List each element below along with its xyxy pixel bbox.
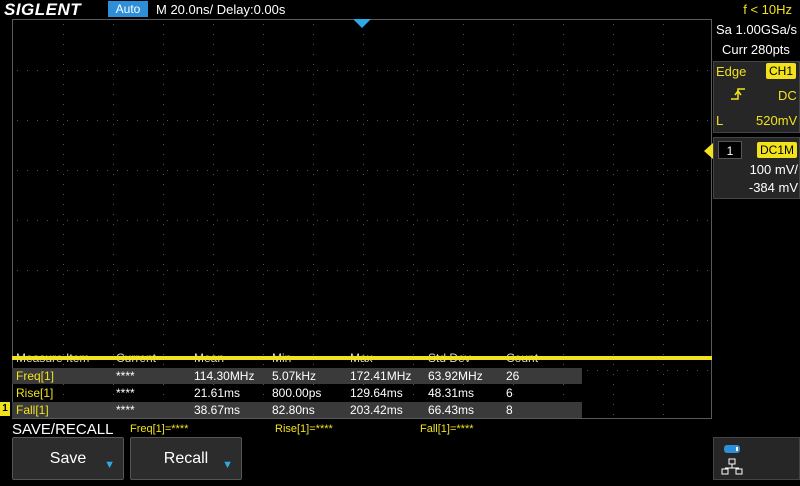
sample-rate: Sa 1.00GSa/s bbox=[716, 22, 797, 37]
usb-network-icon bbox=[721, 445, 743, 475]
brand-logo: SIGLENT bbox=[4, 0, 82, 19]
channel1-trace bbox=[12, 356, 712, 360]
measure-count: 6 bbox=[506, 386, 513, 400]
trigger-level: 520mV bbox=[756, 113, 798, 128]
chevron-down-icon: ▼ bbox=[222, 459, 233, 471]
channel-coupling-badge: DC1M bbox=[757, 142, 797, 158]
measure-current: **** bbox=[116, 403, 135, 417]
measure-count: 26 bbox=[506, 369, 520, 383]
measure-mean: 38.67ms bbox=[194, 403, 241, 417]
save-button[interactable]: Save ▼ bbox=[12, 437, 124, 480]
bottom-measurement: Rise[1]=**** bbox=[275, 423, 333, 435]
measure-max: 203.42ms bbox=[350, 403, 403, 417]
measure-count: 8 bbox=[506, 403, 513, 417]
bottom-measurement: Fall[1]=**** bbox=[420, 423, 474, 435]
menu-title: SAVE/RECALL bbox=[12, 421, 114, 438]
measure-row[interactable]: Freq[1] **** 114.30MHz 5.07kHz 172.41MHz… bbox=[12, 368, 582, 384]
measure-min: 800.00ps bbox=[272, 386, 322, 400]
vertical-offset: -384 mV bbox=[748, 180, 798, 195]
trigger-coupling: DC bbox=[778, 88, 797, 103]
rising-edge-icon bbox=[730, 86, 746, 107]
timebase-readout[interactable]: M 20.0ns/ Delay:0.00s bbox=[156, 0, 285, 19]
measure-std-dev: 48.31ms bbox=[428, 386, 475, 400]
delay-value: Delay:0.00s bbox=[216, 2, 286, 17]
trigger-position-marker[interactable] bbox=[353, 19, 371, 28]
chevron-down-icon: ▼ bbox=[104, 459, 115, 471]
status-icons-panel bbox=[713, 437, 800, 480]
measure-current: **** bbox=[116, 369, 135, 383]
measure-mean: 21.61ms bbox=[194, 386, 241, 400]
measure-row[interactable]: Fall[1] **** 38.67ms 82.80ns 203.42ms 66… bbox=[12, 402, 582, 418]
trigger-source-badge: CH1 bbox=[766, 63, 796, 79]
measure-current: **** bbox=[116, 386, 135, 400]
bottom-measurement: Freq[1]=**** bbox=[130, 423, 189, 435]
measure-mean: 114.30MHz bbox=[194, 369, 255, 383]
measure-min: 5.07kHz bbox=[272, 369, 317, 383]
vertical-scale: 100 mV/ bbox=[749, 162, 798, 177]
memory-depth: Curr 280pts bbox=[722, 42, 790, 57]
measure-item: Freq[1] bbox=[16, 369, 55, 383]
channel-number: 1 bbox=[718, 141, 742, 159]
measure-row[interactable]: Rise[1] **** 21.61ms 800.00ps 129.64ms 4… bbox=[12, 385, 582, 401]
timebase-scale: M 20.0ns/ bbox=[156, 2, 214, 17]
measure-max: 172.41MHz bbox=[350, 369, 412, 383]
measure-std-dev: 63.92MHz bbox=[428, 369, 483, 383]
measure-min: 82.80ns bbox=[272, 403, 315, 417]
measure-item: Rise[1] bbox=[16, 386, 54, 400]
frequency-counter: f < 10Hz bbox=[743, 2, 792, 17]
measure-item: Fall[1] bbox=[16, 403, 49, 417]
measure-max: 129.64ms bbox=[350, 386, 403, 400]
trigger-level-label: L bbox=[716, 113, 724, 128]
trigger-level-arrow[interactable] bbox=[704, 143, 713, 159]
channel1-ground-marker[interactable]: 1 bbox=[0, 402, 10, 416]
recall-button[interactable]: Recall ▼ bbox=[130, 437, 242, 480]
trigger-type: Edge bbox=[716, 64, 747, 79]
run-status-badge[interactable]: Auto bbox=[108, 1, 148, 17]
measure-std-dev: 66.43ms bbox=[428, 403, 475, 417]
